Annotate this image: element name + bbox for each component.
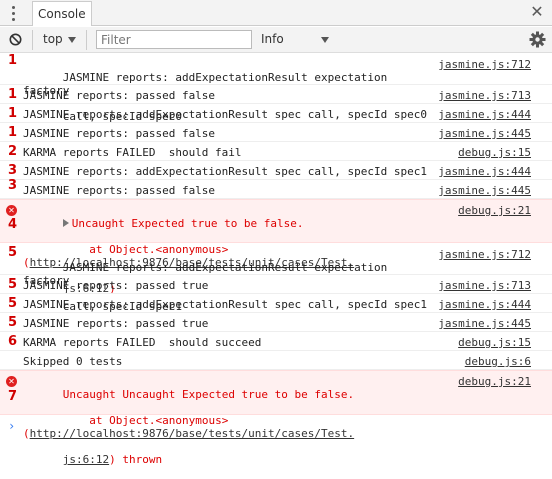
error-message: ✕ 7 Uncaught Uncaught Expected true to b… (0, 370, 552, 466)
message-text: JASMINE reports: passed true (23, 279, 209, 292)
console-output: 1 JASMINE reports: addExpectationResult … (0, 53, 552, 466)
message-text: KARMA reports FAILED should succeed (23, 336, 262, 349)
log-message: 3 JASMINE reports: addExpectationResult … (0, 161, 552, 180)
log-message: 5 JASMINE reports: passed true jasmine.j… (0, 313, 552, 332)
source-link[interactable]: debug.js:6 (465, 355, 531, 368)
source-link[interactable]: debug.js:21 (458, 204, 531, 217)
log-message: 3 JASMINE reports: passed false jasmine.… (0, 178, 552, 199)
source-link[interactable]: jasmine.js:444 (438, 298, 531, 311)
message-text: JASMINE reports: addExpectationResult sp… (23, 108, 427, 121)
source-link[interactable]: debug.js:15 (458, 336, 531, 349)
source-link[interactable]: jasmine.js:444 (438, 165, 531, 178)
log-message: 1 JASMINE reports: passed false jasmine.… (0, 85, 552, 104)
source-link[interactable]: jasmine.js:445 (438, 184, 531, 197)
toolbar-divider (86, 30, 87, 50)
log-message: 2 KARMA reports FAILED should fail debug… (0, 142, 552, 161)
message-text: KARMA reports FAILED should fail (23, 146, 242, 159)
chevron-down-icon[interactable] (321, 37, 329, 43)
log-message: 1 JASMINE reports: addExpectationResult … (0, 104, 552, 123)
annotation-number: 1 (8, 106, 18, 121)
source-link[interactable]: debug.js:21 (458, 375, 531, 388)
stack-suffix: ) thrown (109, 453, 163, 466)
annotation-number: 3 (8, 163, 18, 178)
message-text: JASMINE reports: passed true (23, 317, 209, 330)
message-text: JASMINE reports: addExpectationResult sp… (23, 165, 427, 178)
toolbar-divider (32, 30, 33, 50)
console-prompt[interactable]: › (8, 419, 15, 433)
context-selector[interactable]: top (43, 27, 63, 52)
log-message: 5 JASMINE reports: addExpectationResult … (0, 243, 552, 313)
annotation-number: 5 (8, 315, 18, 330)
tab-console[interactable]: Console (32, 1, 92, 26)
error-text: Uncaught Uncaught Expected true to be fa… (62, 388, 355, 401)
source-link[interactable]: jasmine.js:713 (438, 279, 531, 292)
annotation-number: 6 (8, 334, 18, 349)
annotation-number: 5 (8, 277, 18, 292)
chevron-down-icon[interactable] (68, 37, 76, 43)
annotation-number: 5 (8, 296, 18, 311)
log-level-select[interactable]: Info (261, 27, 284, 52)
tab-bar: Console ✕ (0, 0, 552, 26)
stack-link[interactable]: js:6:12 (63, 453, 109, 466)
source-link[interactable]: jasmine.js:712 (438, 58, 531, 71)
close-icon[interactable]: ✕ (529, 4, 545, 20)
message-text: JASMINE reports: passed false (23, 184, 216, 197)
annotation-number: 1 (8, 125, 18, 140)
log-message: 1 JASMINE reports: addExpectationResult … (0, 53, 552, 123)
source-link[interactable]: jasmine.js:712 (438, 248, 531, 261)
expand-triangle-icon[interactable] (62, 219, 69, 227)
annotation-number: 5 (8, 245, 18, 260)
source-link[interactable]: debug.js:15 (458, 146, 531, 159)
console-toolbar: top Info (0, 27, 552, 53)
annotation-number: 1 (8, 87, 18, 102)
source-link[interactable]: jasmine.js:713 (438, 89, 531, 102)
log-message: 1 JASMINE reports: passed false jasmine.… (0, 123, 552, 142)
filter-input[interactable] (96, 30, 252, 49)
source-link[interactable]: jasmine.js:445 (438, 127, 531, 140)
error-text: Uncaught Expected true to be false. (71, 217, 304, 230)
log-message: 5 JASMINE reports: addExpectationResult … (0, 294, 552, 313)
annotation-number: 2 (8, 144, 18, 159)
message-text: Skipped 0 tests (23, 355, 123, 368)
gear-icon[interactable] (529, 31, 546, 48)
annotation-number: 1 (8, 53, 18, 68)
error-message: ✕ 4 Uncaught Expected true to be false. … (0, 199, 552, 295)
log-message: Skipped 0 tests debug.js:6 (0, 351, 552, 370)
message-text: JASMINE reports: passed false (23, 89, 216, 102)
source-link[interactable]: jasmine.js:445 (438, 317, 531, 330)
source-link[interactable]: jasmine.js:444 (438, 108, 531, 121)
message-text: JASMINE reports: passed false (23, 127, 216, 140)
annotation-number: 7 (8, 389, 18, 404)
kebab-menu-icon[interactable] (7, 3, 19, 23)
message-text: JASMINE reports: addExpectationResult sp… (23, 298, 427, 311)
error-icon: ✕ (6, 205, 17, 216)
error-icon: ✕ (6, 376, 17, 387)
log-message: 6 KARMA reports FAILED should succeed de… (0, 332, 552, 351)
log-message: 5 JASMINE reports: passed true jasmine.j… (0, 275, 552, 294)
annotation-number: 3 (8, 178, 18, 193)
annotation-number: 4 (8, 217, 18, 232)
clear-console-icon[interactable] (9, 33, 22, 46)
